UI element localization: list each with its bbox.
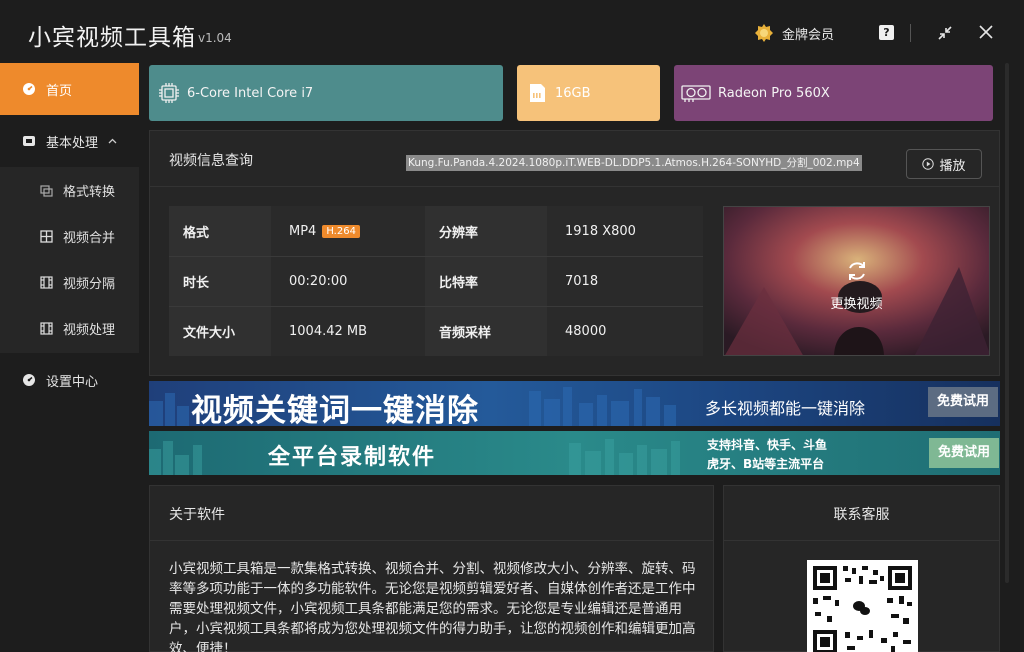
app-version: v1.04 [198,31,232,45]
about-title: 关于软件 [169,507,225,523]
sidebar-item-label: 视频合并 [63,230,116,246]
title-bar: 小宾视频工具箱 v1.04 金牌会员 ? [0,0,1024,63]
codec-badge: H.264 [322,224,360,238]
tv-icon [23,136,35,146]
contact-divider [724,540,999,541]
chevron-up-icon [108,138,117,143]
audio-sample-key: 音频采样 [425,306,547,356]
about-text: 小宾视频工具箱是一款集格式转换、视频合并、分割、视频修改大小、分辨率、旋转、码率… [169,561,696,652]
sidebar-item-format-convert[interactable]: 格式转换 [0,167,139,213]
banner2-try-button[interactable]: 免费试用 [929,438,999,468]
sidebar-item-label: 格式转换 [63,184,116,200]
change-video-label: 更换视频 [830,297,883,312]
resolution-key: 分辨率 [425,206,547,256]
bitrate-key: 比特率 [425,256,547,306]
about-divider [150,540,713,541]
banner2-subtitle-line2: 虎牙、B站等主流平台 [707,457,825,471]
vip-label: 金牌会员 [782,27,835,43]
merge-icon [40,229,53,243]
video-filename[interactable]: Kung.Fu.Panda.4.2024.1080p.iT.WEB-DL.DDP… [406,155,862,171]
resolution-value: 1918 X800 [547,206,703,256]
audio-sample-value: 48000 [547,306,703,356]
sidebar-item-label: 设置中心 [46,374,99,390]
contact-panel: 联系客服 [723,485,1000,652]
gpu-card: Radeon Pro 560X [674,65,993,121]
banner2-subtitle-line1: 支持抖音、快手、斗鱼 [707,438,828,452]
close-icon[interactable] [978,24,994,40]
scrollbar[interactable] [1005,63,1009,583]
format-value: MP4 H.264 [271,206,425,256]
memory-card-icon [530,84,545,102]
bitrate-value: 7018 [547,256,703,306]
video-thumbnail[interactable]: 更换视频 [723,206,990,356]
sidebar: 首页 基本处理 格式转换 视频合并 视频分隔 视频处理 设置中心 [0,63,139,652]
titlebar-divider [910,24,911,42]
qr-pattern [813,566,912,652]
video-info-title: 视频信息查询 [169,153,253,169]
sidebar-item-home[interactable]: 首页 [0,63,139,115]
gpu-icon [681,85,711,102]
banner2-headline: 全平台录制软件 [268,445,437,470]
banner1-subtitle: 多长视频都能一键消除 [705,399,866,418]
sidebar-item-label: 视频分隔 [63,276,116,292]
banner1-try-button[interactable]: 免费试用 [928,387,998,417]
sidebar-item-video-split[interactable]: 视频分隔 [0,259,139,305]
refresh-icon [849,262,865,280]
play-button[interactable]: 播放 [906,149,982,179]
duration-key: 时长 [169,256,271,306]
app-title: 小宾视频工具箱 [28,25,196,51]
sidebar-item-settings[interactable]: 设置中心 [0,354,139,406]
video-info-table: 格式 MP4 H.264 分辨率 1918 X800 时长 00:20:00 比… [169,206,703,356]
gpu-label: Radeon Pro 560X [718,85,830,101]
contact-title: 联系客服 [833,507,890,523]
film-icon [40,275,53,289]
format-value-text: MP4 [289,223,317,239]
banner1-headline: 视频关键词一键消除 [191,393,479,426]
sidebar-item-video-process[interactable]: 视频处理 [0,305,139,351]
video-info-panel: 视频信息查询 Kung.Fu.Panda.4.2024.1080p.iT.WEB… [149,130,1000,376]
sidebar-item-label: 视频处理 [63,322,116,338]
format-key: 格式 [169,206,271,256]
sidebar-submenu: 格式转换 视频合并 视频分隔 视频处理 [0,167,139,353]
filesize-value: 1004.42 MB [271,306,425,356]
memory-card: 16GB [517,65,660,121]
sidebar-item-label: 基本处理 [46,135,99,151]
memory-label: 16GB [555,85,591,101]
play-icon [922,158,935,170]
settings-icon [23,374,35,386]
film-icon [40,321,53,335]
promo-banner-keyword-removal[interactable]: 视频关键词一键消除 多长视频都能一键消除 免费试用 [149,381,1000,426]
duration-value: 00:20:00 [271,256,425,306]
vip-button[interactable]: 金牌会员 [754,23,834,43]
sidebar-item-basic[interactable]: 基本处理 [0,115,139,167]
wechat-qr-code [807,560,918,652]
video-info-header: 视频信息查询 Kung.Fu.Panda.4.2024.1080p.iT.WEB… [150,131,999,187]
promo-banner-screen-recorder[interactable]: 全平台录制软件 支持抖音、快手、斗鱼 虎牙、B站等主流平台 免费试用 [149,431,1000,475]
cpu-card: 6-Core Intel Core i7 [149,65,503,121]
sidebar-item-label: 首页 [46,83,73,99]
row-divider [169,256,703,257]
dashboard-icon [23,83,35,95]
help-icon[interactable]: ? [879,25,894,40]
gold-badge-icon [755,24,773,42]
filesize-key: 文件大小 [169,306,271,356]
convert-icon [40,184,53,197]
cpu-label: 6-Core Intel Core i7 [187,85,314,101]
sidebar-item-video-merge[interactable]: 视频合并 [0,213,139,259]
about-panel: 关于软件 小宾视频工具箱是一款集格式转换、视频合并、分割、视频修改大小、分辨率、… [149,485,714,652]
shrink-icon[interactable] [936,24,954,42]
cpu-icon [159,83,179,103]
play-label: 播放 [939,158,966,174]
row-divider [169,306,703,307]
